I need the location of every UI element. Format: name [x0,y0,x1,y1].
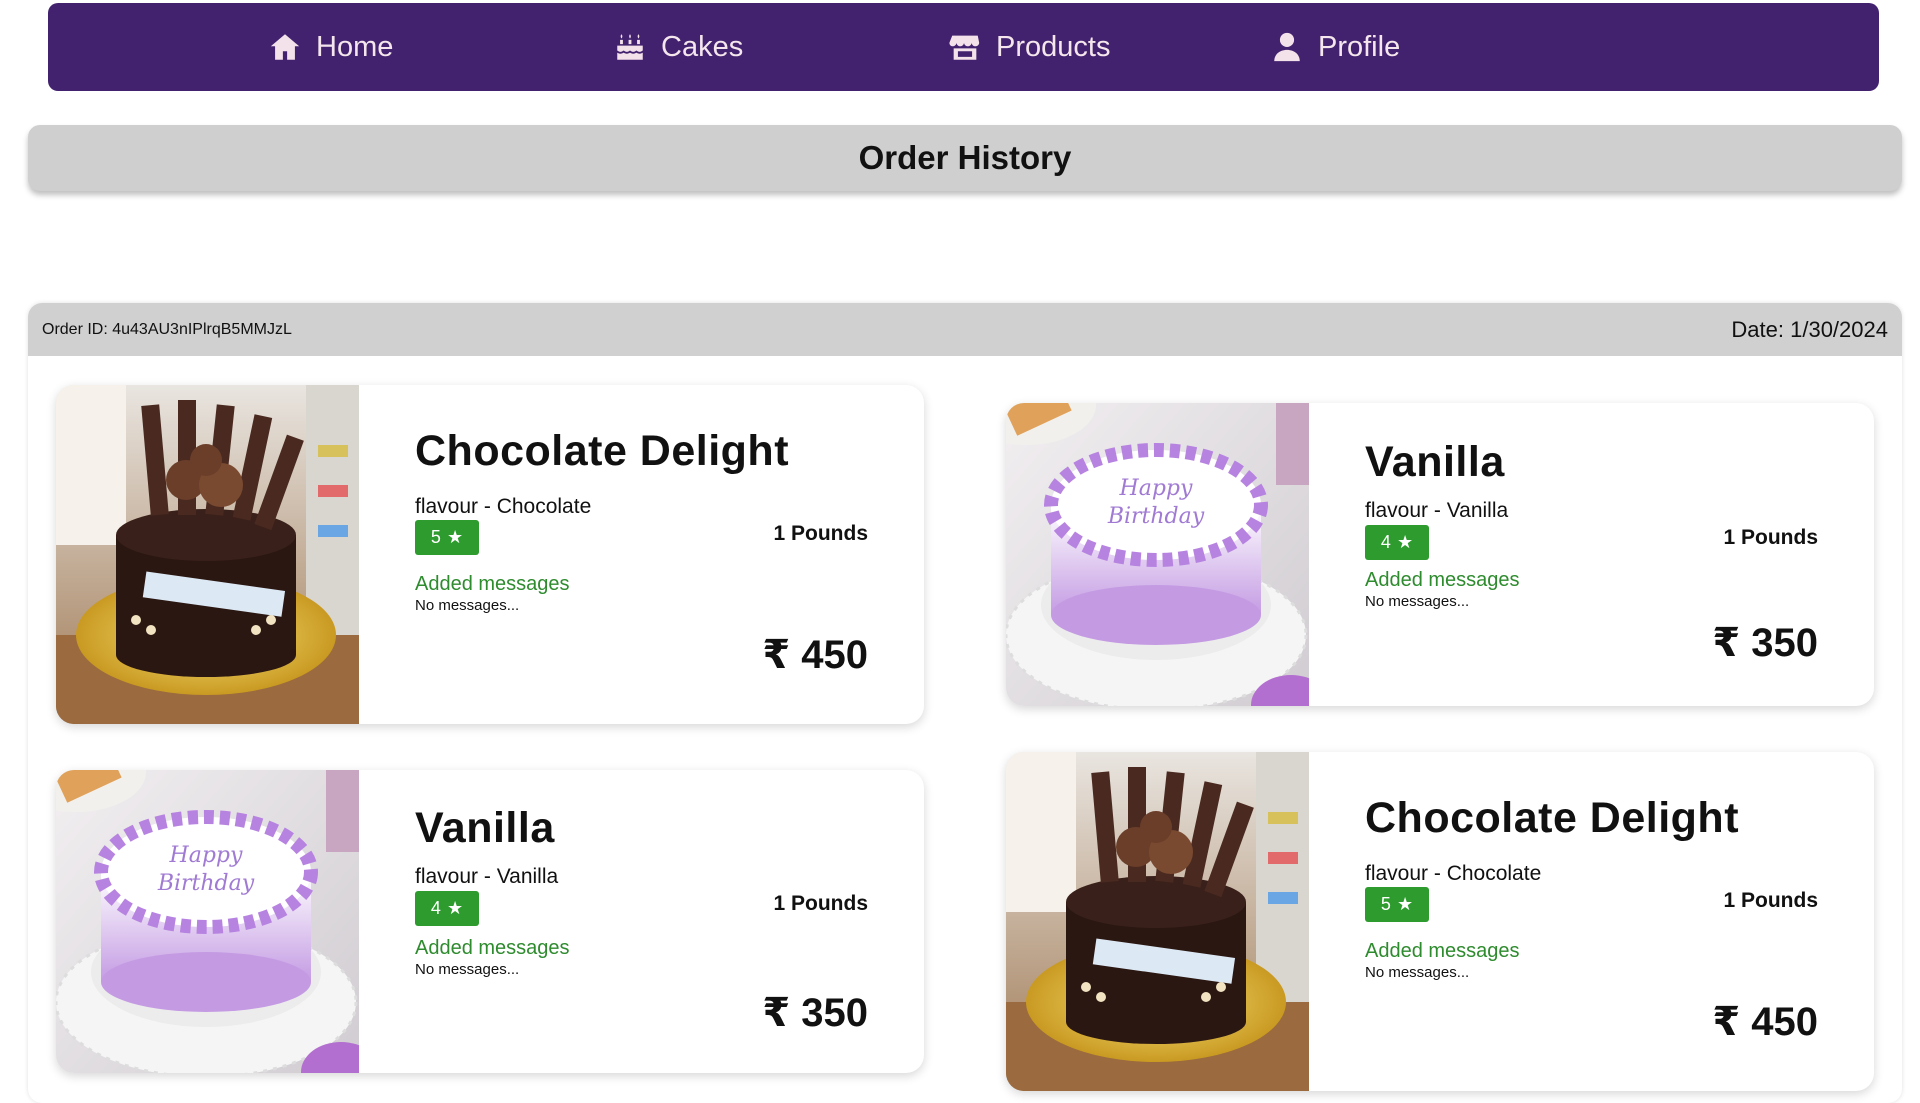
item-flavour: flavour - Vanilla [1365,499,1509,522]
order-item-card[interactable]: Vanilla flavour - Vanilla 4 ★ 1 Pounds A… [56,770,924,1073]
item-weight: 1 Pounds [1723,526,1818,549]
messages-text: No messages... [1365,964,1470,981]
item-weight: 1 Pounds [773,892,868,915]
user-icon [1274,32,1300,62]
order-item-card[interactable]: Vanilla flavour - Vanilla 4 ★ 1 Pounds A… [1006,403,1874,706]
messages-text: No messages... [415,597,520,614]
order-header: Order ID: 4u43AU3nIPlrqB5MMJzL Date: 1/3… [28,303,1902,356]
item-price: ₹ 350 [1712,621,1818,665]
nav-cakes-label: Cakes [661,30,744,63]
rating-badge: 5 ★ [1365,887,1429,922]
added-messages-label: Added messages [1365,940,1520,962]
cake-image [1006,403,1309,706]
order-panel: Order ID: 4u43AU3nIPlrqB5MMJzL Date: 1/3… [28,303,1902,1103]
order-item-card[interactable]: Chocolate Delight flavour - Chocolate 5 … [1006,752,1874,1091]
star-icon: ★ [446,527,464,547]
rating-badge: 4 ★ [1365,525,1429,560]
star-icon: ★ [1396,532,1414,552]
top-navbar: Home Cakes Products Profile [48,3,1879,91]
item-name: Chocolate Delight [415,427,790,475]
star-icon: ★ [446,898,464,918]
item-name: Chocolate Delight [1365,794,1740,842]
nav-products-label: Products [996,30,1111,63]
rating-value: 5 [1380,894,1391,914]
rating-value: 4 [430,898,441,918]
added-messages-label: Added messages [415,937,570,959]
rating-value: 5 [430,527,441,547]
nav-cakes[interactable]: Cakes [613,3,743,91]
rating-badge: 4 ★ [415,891,479,926]
order-date: Date: 1/30/2024 [1731,316,1888,342]
added-messages-label: Added messages [415,573,570,595]
item-flavour: flavour - Chocolate [415,495,592,518]
page-title-bar: Order History [28,125,1902,191]
order-id: Order ID: 4u43AU3nIPlrqB5MMJzL [42,320,292,338]
item-name: Vanilla [1365,438,1505,486]
cake-image [56,385,359,724]
cake-image [56,770,359,1073]
nav-profile[interactable]: Profile [1270,3,1400,91]
order-item-card[interactable]: Chocolate Delight flavour - Chocolate 5 … [56,385,924,724]
cake-icon [617,34,643,60]
item-name: Vanilla [415,804,555,852]
cake-image [1006,752,1309,1091]
nav-profile-label: Profile [1318,30,1401,63]
home-icon [270,34,300,60]
rating-badge: 5 ★ [415,520,479,555]
item-weight: 1 Pounds [773,522,868,545]
rating-value: 4 [1380,532,1391,552]
star-icon: ★ [1396,894,1414,914]
messages-text: No messages... [415,961,520,978]
item-price: ₹ 350 [762,991,868,1035]
messages-text: No messages... [1365,593,1470,610]
page-title: Order History [858,139,1072,176]
added-messages-label: Added messages [1365,569,1520,591]
store-icon [949,35,980,60]
item-price: ₹ 450 [762,633,868,677]
nav-home-label: Home [316,30,394,63]
item-flavour: flavour - Vanilla [415,865,559,888]
item-weight: 1 Pounds [1723,889,1818,912]
item-flavour: flavour - Chocolate [1365,862,1542,885]
nav-home[interactable]: Home [268,3,393,91]
item-price: ₹ 450 [1712,1000,1818,1044]
nav-products[interactable]: Products [948,3,1110,91]
